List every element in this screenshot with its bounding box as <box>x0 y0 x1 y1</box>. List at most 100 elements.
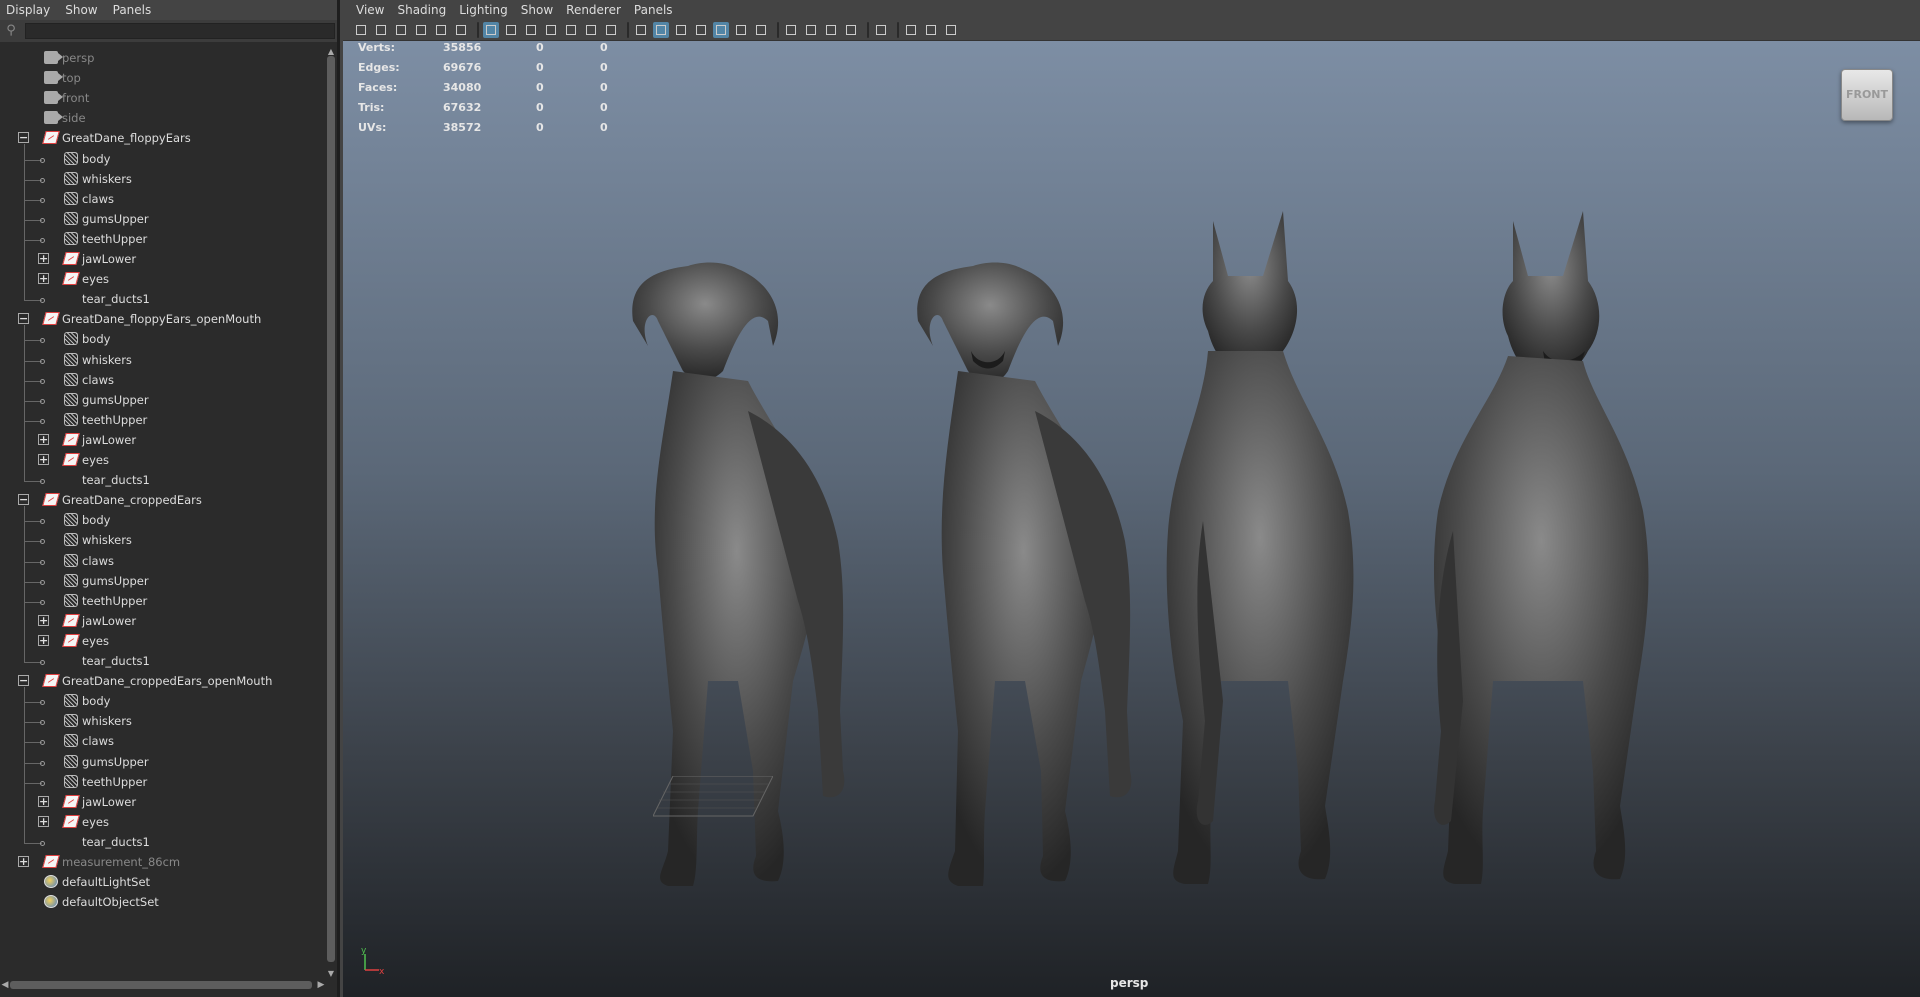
outliner-item[interactable]: tear_ducts1 <box>0 470 326 490</box>
outliner-item[interactable]: body <box>0 510 326 530</box>
outliner-item[interactable]: tear_ducts1 <box>0 289 326 309</box>
outliner-item[interactable]: whiskers <box>0 350 326 370</box>
isolate-select-icon[interactable] <box>873 22 889 38</box>
outliner-item[interactable]: − GreatDane_croppedEars_openMouth <box>0 671 326 691</box>
shadows-icon[interactable] <box>753 22 769 38</box>
bookmark-icon[interactable] <box>393 22 409 38</box>
xray-active-components-icon[interactable] <box>923 22 939 38</box>
menu-panels[interactable]: Panels <box>107 0 161 20</box>
outliner-item[interactable]: persp <box>0 48 326 68</box>
outliner-item[interactable]: gumsUpper <box>0 390 326 410</box>
menu-panels[interactable]: Panels <box>629 0 681 20</box>
safe-title-icon[interactable] <box>603 22 619 38</box>
outliner-item[interactable]: teethUpper <box>0 591 326 611</box>
use-all-lights-icon[interactable] <box>733 22 749 38</box>
outliner-item[interactable]: teethUpper <box>0 410 326 430</box>
outliner-horizontal-scrollbar[interactable]: ◀ ▶ <box>0 978 326 992</box>
grid-icon[interactable] <box>483 22 499 38</box>
scroll-right-arrow-icon[interactable]: ▶ <box>316 978 326 992</box>
expand-icon[interactable]: + <box>18 856 29 867</box>
wireframe-on-shaded-icon[interactable] <box>693 22 709 38</box>
outliner-item[interactable]: defaultLightSet <box>0 872 326 892</box>
scroll-left-arrow-icon[interactable]: ◀ <box>0 978 10 992</box>
xray-icon[interactable] <box>903 22 919 38</box>
expand-icon[interactable]: + <box>38 433 49 445</box>
collapse-icon[interactable]: − <box>18 675 29 687</box>
outliner-item[interactable]: + jawLower <box>0 792 326 812</box>
camera-attributes-icon[interactable] <box>373 22 389 38</box>
outliner-item[interactable]: tear_ducts1 <box>0 832 326 852</box>
expand-icon[interactable]: + <box>38 253 49 264</box>
outliner-item[interactable]: whiskers <box>0 711 326 731</box>
outliner-item[interactable]: claws <box>0 189 326 209</box>
scrollbar-thumb[interactable] <box>10 981 312 989</box>
outliner-item[interactable]: side <box>0 108 326 128</box>
outliner-item[interactable]: + eyes <box>0 450 326 470</box>
expand-icon[interactable]: + <box>38 634 49 646</box>
collapse-icon[interactable]: − <box>18 494 29 506</box>
menu-show[interactable]: Show <box>59 0 106 20</box>
outliner-item[interactable]: claws <box>0 370 326 390</box>
outliner-item[interactable]: teethUpper <box>0 229 326 249</box>
expand-icon[interactable]: + <box>38 454 49 465</box>
depth-of-field-icon[interactable] <box>843 22 859 38</box>
outliner-item[interactable]: defaultObjectSet <box>0 892 326 912</box>
menu-renderer[interactable]: Renderer <box>561 0 629 20</box>
expand-icon[interactable]: + <box>38 614 49 626</box>
outliner-item[interactable]: whiskers <box>0 530 326 550</box>
film-gate-icon[interactable] <box>503 22 519 38</box>
outliner-item[interactable]: − GreatDane_floppyEars_openMouth <box>0 309 326 329</box>
expand-icon[interactable]: + <box>38 795 49 807</box>
field-chart-icon[interactable] <box>563 22 579 38</box>
outliner-item[interactable]: gumsUpper <box>0 209 326 229</box>
menu-display[interactable]: Display <box>0 0 59 20</box>
dog-model-cropped-ears-open-mouth[interactable] <box>1393 201 1693 911</box>
outliner-item[interactable]: gumsUpper <box>0 752 326 772</box>
filter-icon[interactable]: ⚲ <box>3 23 19 39</box>
outliner-item[interactable]: body <box>0 329 326 349</box>
scroll-up-arrow-icon[interactable]: ▲ <box>326 48 336 56</box>
outliner-item[interactable]: + eyes <box>0 812 326 832</box>
resolution-gate-icon[interactable] <box>523 22 539 38</box>
motion-blur-icon[interactable] <box>803 22 819 38</box>
dog-model-floppy-ears-open-mouth[interactable] <box>863 211 1143 911</box>
outliner-item[interactable]: claws <box>0 731 326 751</box>
outliner-item[interactable]: gumsUpper <box>0 571 326 591</box>
xray-joints-icon[interactable] <box>943 22 959 38</box>
menu-show[interactable]: Show <box>516 0 561 20</box>
menu-lighting[interactable]: Lighting <box>454 0 516 20</box>
outliner-item[interactable]: − GreatDane_croppedEars <box>0 490 326 510</box>
viewcube[interactable]: FRONT <box>1841 69 1893 121</box>
collapse-icon[interactable]: − <box>18 313 29 325</box>
2d-pan-zoom-icon[interactable] <box>433 22 449 38</box>
outliner-filter-input[interactable] <box>25 23 335 39</box>
outliner-item[interactable]: + eyes <box>0 631 326 651</box>
smooth-shade-icon[interactable] <box>653 22 669 38</box>
menu-view[interactable]: View <box>351 0 392 20</box>
scroll-down-arrow-icon[interactable]: ▼ <box>326 970 336 978</box>
outliner-item[interactable]: + jawLower <box>0 430 326 450</box>
outliner-item[interactable]: + eyes <box>0 269 326 289</box>
outliner-item[interactable]: + measurement_86cm <box>0 852 326 872</box>
outliner-item[interactable]: claws <box>0 551 326 571</box>
outliner-item[interactable]: whiskers <box>0 169 326 189</box>
dog-model-cropped-ears[interactable] <box>1113 201 1393 911</box>
outliner-item[interactable]: − GreatDane_floppyEars <box>0 128 326 148</box>
select-camera-icon[interactable] <box>353 22 369 38</box>
gate-mask-icon[interactable] <box>543 22 559 38</box>
image-plane-icon[interactable] <box>413 22 429 38</box>
menu-shading[interactable]: Shading <box>392 0 454 20</box>
scrollbar-thumb[interactable] <box>327 56 335 962</box>
3d-scene-view[interactable]: Verts: 35856 0 0 Edges: 69676 0 0 Faces:… <box>343 41 1920 997</box>
outliner-vertical-scrollbar[interactable]: ▲ ▼ <box>326 48 336 978</box>
outliner-item[interactable]: body <box>0 691 326 711</box>
grease-pencil-icon[interactable] <box>453 22 469 38</box>
outliner-item[interactable]: front <box>0 88 326 108</box>
expand-icon[interactable]: + <box>38 815 49 827</box>
use-default-material-icon[interactable] <box>673 22 689 38</box>
outliner-item[interactable]: body <box>0 149 326 169</box>
measurement-plane[interactable] <box>653 776 773 821</box>
screen-space-ao-icon[interactable] <box>783 22 799 38</box>
textured-icon[interactable] <box>713 22 729 38</box>
wireframe-icon[interactable] <box>633 22 649 38</box>
